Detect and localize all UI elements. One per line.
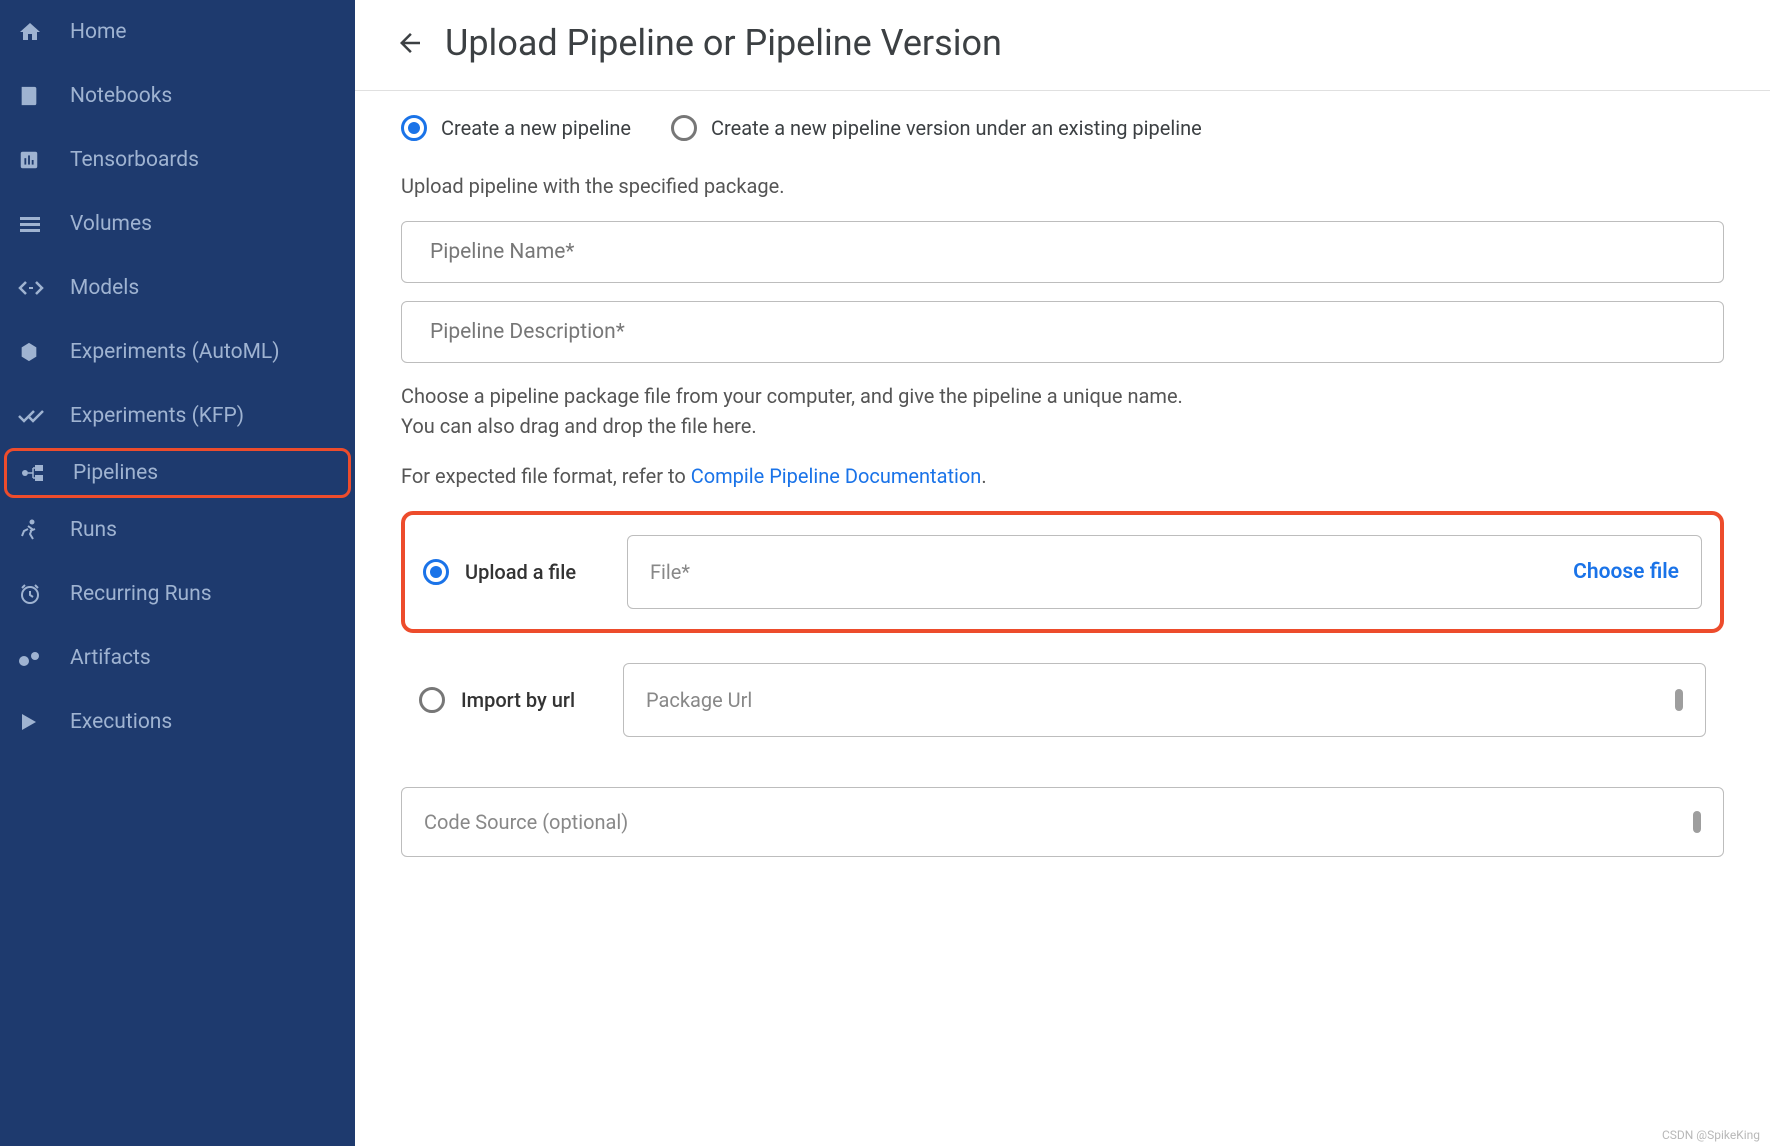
pipeline-description-field[interactable]: Pipeline Description* bbox=[401, 301, 1724, 363]
bubble-icon bbox=[18, 649, 58, 667]
sidebar-item-volumes[interactable]: Volumes bbox=[0, 192, 355, 256]
sidebar-item-label: Volumes bbox=[70, 212, 152, 236]
book-icon bbox=[18, 85, 58, 107]
menu-icon bbox=[18, 212, 58, 236]
sidebar-item-label: Notebooks bbox=[70, 84, 172, 108]
flow-icon bbox=[21, 463, 61, 483]
radio-create-version[interactable]: Create a new pipeline version under an e… bbox=[671, 115, 1202, 141]
radio-label: Upload a file bbox=[465, 560, 576, 584]
radio-import-url[interactable]: Import by url bbox=[419, 687, 599, 713]
choose-help-text: Choose a pipeline package file from your… bbox=[401, 381, 1724, 441]
field-label: Pipeline Name* bbox=[430, 240, 574, 264]
sidebar-item-label: Executions bbox=[70, 710, 172, 734]
page-header: Upload Pipeline or Pipeline Version bbox=[355, 0, 1770, 91]
sidebar-item-experiments-kfp[interactable]: Experiments (KFP) bbox=[0, 384, 355, 448]
url-placeholder: Package Url bbox=[646, 688, 752, 712]
back-button[interactable] bbox=[395, 28, 425, 58]
run-icon bbox=[18, 518, 58, 542]
package-url-field[interactable]: Package Url bbox=[623, 663, 1706, 737]
sidebar-item-home[interactable]: Home bbox=[0, 0, 355, 64]
radio-label: Create a new pipeline bbox=[441, 116, 631, 140]
sidebar-item-label: Tensorboards bbox=[70, 148, 199, 172]
chart-icon bbox=[18, 149, 58, 171]
sidebar-item-label: Experiments (AutoML) bbox=[70, 340, 280, 364]
mode-radio-group: Create a new pipeline Create a new pipel… bbox=[401, 115, 1724, 141]
radio-label: Create a new pipeline version under an e… bbox=[711, 116, 1202, 140]
play-icon bbox=[18, 712, 58, 732]
resize-handle-icon[interactable] bbox=[1693, 811, 1701, 833]
format-help-text: For expected file format, refer to Compi… bbox=[401, 461, 1724, 491]
radio-label: Import by url bbox=[461, 688, 575, 712]
radio-icon bbox=[419, 687, 445, 713]
upload-file-section: Upload a file File* Choose file bbox=[401, 511, 1724, 633]
sidebar-item-label: Recurring Runs bbox=[70, 582, 212, 606]
page-title: Upload Pipeline or Pipeline Version bbox=[445, 22, 1002, 64]
sidebar-item-label: Artifacts bbox=[70, 646, 151, 670]
sidebar-item-label: Experiments (KFP) bbox=[70, 404, 244, 428]
sidebar-item-label: Home bbox=[70, 20, 127, 44]
pipeline-name-field[interactable]: Pipeline Name* bbox=[401, 221, 1724, 283]
code-source-placeholder: Code Source (optional) bbox=[424, 810, 628, 834]
resize-handle-icon[interactable] bbox=[1675, 689, 1683, 711]
radio-icon bbox=[671, 115, 697, 141]
sidebar-item-artifacts[interactable]: Artifacts bbox=[0, 626, 355, 690]
sidebar-item-recurring-runs[interactable]: Recurring Runs bbox=[0, 562, 355, 626]
sidebar: Home Notebooks Tensorboards Volumes Mode… bbox=[0, 0, 355, 1146]
sidebar-item-models[interactable]: Models bbox=[0, 256, 355, 320]
sidebar-item-runs[interactable]: Runs bbox=[0, 498, 355, 562]
file-input-box[interactable]: File* Choose file bbox=[627, 535, 1702, 609]
import-url-section: Import by url Package Url bbox=[401, 663, 1724, 737]
arrows-icon bbox=[18, 279, 58, 297]
sidebar-item-label: Pipelines bbox=[73, 461, 158, 485]
field-label: Pipeline Description* bbox=[430, 320, 625, 344]
form-content: Create a new pipeline Create a new pipel… bbox=[355, 91, 1770, 897]
sidebar-item-label: Models bbox=[70, 276, 139, 300]
compile-doc-link[interactable]: Compile Pipeline Documentation bbox=[691, 464, 982, 488]
radio-icon bbox=[401, 115, 427, 141]
choose-file-button[interactable]: Choose file bbox=[1573, 560, 1679, 584]
sidebar-item-experiments-automl[interactable]: Experiments (AutoML) bbox=[0, 320, 355, 384]
radio-upload-file[interactable]: Upload a file bbox=[423, 559, 603, 585]
file-placeholder: File* bbox=[650, 560, 690, 584]
camera-icon bbox=[18, 341, 58, 363]
sidebar-item-executions[interactable]: Executions bbox=[0, 690, 355, 754]
sidebar-item-tensorboards[interactable]: Tensorboards bbox=[0, 128, 355, 192]
watermark: CSDN @SpikeKing bbox=[1662, 1128, 1760, 1142]
sidebar-item-label: Runs bbox=[70, 518, 117, 542]
radio-icon bbox=[423, 559, 449, 585]
code-source-field[interactable]: Code Source (optional) bbox=[401, 787, 1724, 857]
clock-icon bbox=[18, 582, 58, 606]
radio-create-new[interactable]: Create a new pipeline bbox=[401, 115, 631, 141]
home-icon bbox=[18, 20, 58, 44]
double-check-icon bbox=[18, 406, 58, 426]
sidebar-item-notebooks[interactable]: Notebooks bbox=[0, 64, 355, 128]
upload-help-text: Upload pipeline with the specified packa… bbox=[401, 171, 1724, 201]
main-content: Upload Pipeline or Pipeline Version Crea… bbox=[355, 0, 1770, 1146]
sidebar-item-pipelines[interactable]: Pipelines bbox=[4, 448, 351, 498]
